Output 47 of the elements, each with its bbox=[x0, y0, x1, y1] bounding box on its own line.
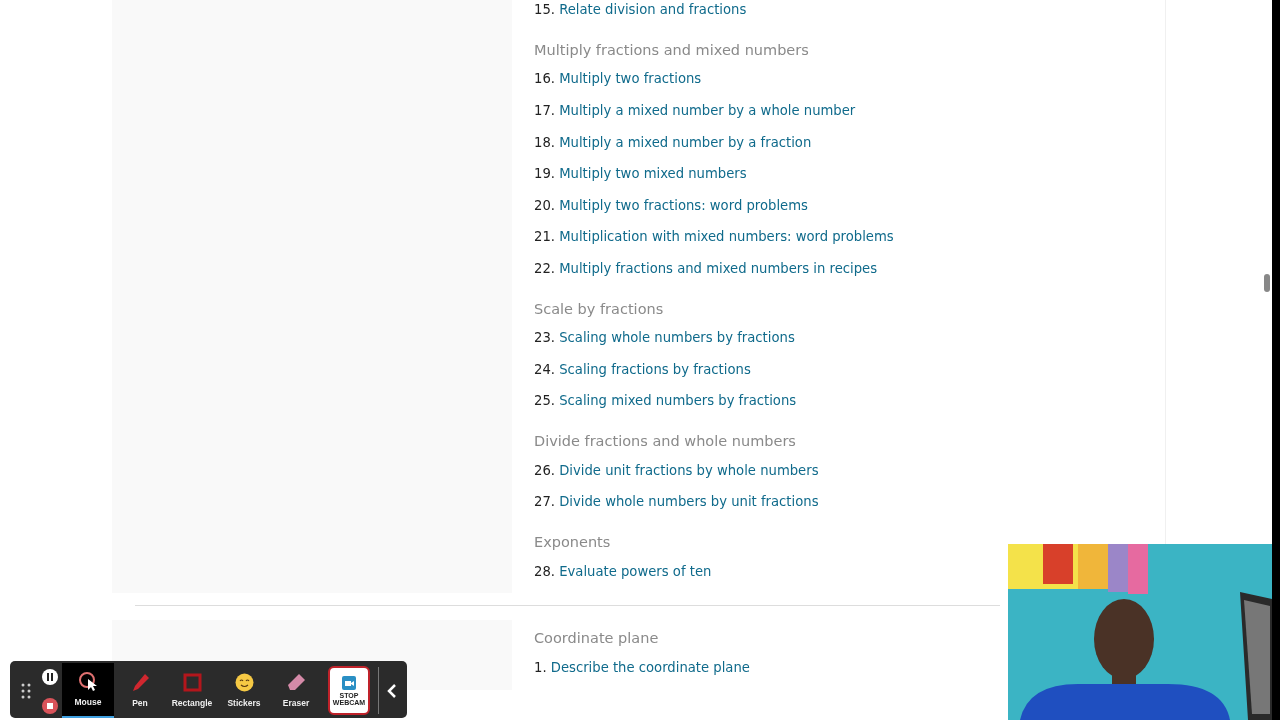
skill-link[interactable]: Relate division and fractions bbox=[559, 2, 747, 17]
skill-number: 27. bbox=[534, 494, 555, 510]
skill-number: 26. bbox=[534, 462, 555, 478]
square-icon bbox=[181, 671, 203, 693]
eraser-icon bbox=[285, 671, 307, 693]
cursor-icon bbox=[77, 670, 99, 692]
tool-button[interactable]: Pen bbox=[114, 663, 166, 718]
skill-link[interactable]: Divide unit fractions by whole numbers bbox=[559, 462, 819, 478]
skill-number: 15. bbox=[534, 2, 555, 17]
tool-button[interactable]: Mouse bbox=[62, 663, 114, 718]
skill-link[interactable]: Scaling fractions by fractions bbox=[559, 361, 751, 377]
skill-link[interactable]: Evaluate powers of ten bbox=[559, 563, 712, 579]
skill-link[interactable]: Multiply fractions and mixed numbers in recipes bbox=[559, 260, 878, 276]
scrollbar-thumb[interactable] bbox=[1264, 274, 1270, 292]
skill-number: 25. bbox=[534, 393, 555, 409]
skill-number: 1. bbox=[534, 660, 547, 676]
skill-number: 20. bbox=[534, 197, 555, 213]
skill-number: 24. bbox=[534, 361, 555, 377]
skill-link[interactable]: Multiply two mixed numbers bbox=[559, 166, 747, 182]
skill-number: 22. bbox=[534, 260, 555, 276]
skill-link[interactable]: Multiply a mixed number by a fraction bbox=[559, 134, 812, 150]
skill-link[interactable]: Scaling whole numbers by fractions bbox=[559, 330, 795, 346]
smiley-icon bbox=[233, 671, 255, 693]
skill-number: 21. bbox=[534, 229, 555, 245]
skill-number: 16. bbox=[534, 71, 555, 87]
skill-number: 28. bbox=[534, 563, 555, 579]
section-heading: Exponents bbox=[534, 532, 612, 552]
skill-link[interactable]: Divide whole numbers by unit fractions bbox=[559, 494, 819, 510]
camera-icon bbox=[342, 675, 356, 690]
skill-link[interactable]: Multiply two fractions: word problems bbox=[559, 197, 808, 213]
section-heading: Multiply fractions and mixed numbers bbox=[534, 40, 810, 60]
section-heading: Coordinate plane bbox=[534, 629, 660, 649]
skill-link[interactable]: Multiply two fractions bbox=[559, 71, 702, 87]
tool-button[interactable]: Stickers bbox=[218, 663, 270, 718]
skill-link[interactable]: Multiply a mixed number by a whole number bbox=[559, 102, 856, 118]
skill-link[interactable]: Describe the coordinate plane bbox=[550, 660, 750, 676]
skill-link[interactable]: Scaling mixed numbers by fractions bbox=[559, 393, 797, 409]
tool-button[interactable]: Rectangle bbox=[166, 663, 218, 718]
skill-number: 18. bbox=[534, 134, 555, 150]
chevron-icon bbox=[387, 683, 397, 698]
skill-link[interactable]: Multiplication with mixed numbers: word problems bbox=[559, 229, 894, 245]
skill-number: 17. bbox=[534, 102, 555, 118]
skill-number: 23. bbox=[534, 330, 555, 346]
tool-button[interactable]: Eraser bbox=[270, 663, 322, 718]
section-heading: Scale by fractions bbox=[534, 299, 665, 319]
skill-number: 19. bbox=[534, 166, 555, 182]
section-heading: Divide fractions and whole numbers bbox=[534, 432, 797, 452]
